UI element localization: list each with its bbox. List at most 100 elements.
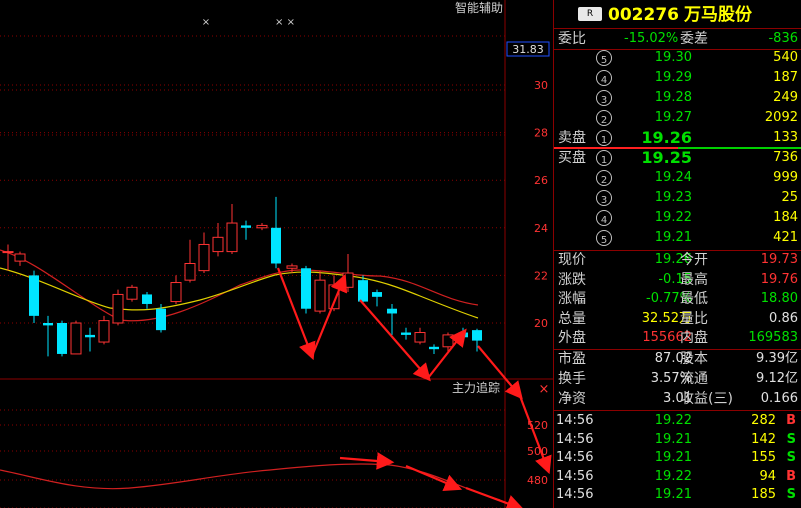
ma-line-red [0, 249, 479, 322]
diff-label: 委差 [680, 31, 708, 47]
stock-badge[interactable]: R [578, 7, 602, 21]
tick-row[interactable]: 14:56 19.21 155 S [554, 448, 801, 467]
candle-body-down [387, 308, 397, 314]
candle-body-down [358, 280, 368, 302]
close-icon[interactable]: × [539, 382, 550, 397]
level-price: 19.21 [654, 230, 692, 245]
tick-time: 14:56 [556, 487, 594, 502]
candle-body-up [226, 222, 238, 253]
tick-row[interactable]: 14:56 19.21 185 S [554, 485, 801, 504]
candlestick-chart[interactable]: 智能辅助 31.83 30 28 26 24 22 20 主力追踪 × 520 500 480 × × × [0, 0, 553, 508]
tick-time: 14:56 [556, 468, 594, 484]
y-tick-label: 26 [534, 174, 548, 187]
ratio-value: -15.02% [624, 31, 679, 46]
candle-body-up [112, 293, 124, 324]
tick-row[interactable]: 14:56 19.22 282 B [554, 411, 801, 430]
level-volume: 421 [773, 230, 798, 245]
tick-row[interactable]: 14:56 19.21 142 S [554, 430, 801, 449]
candle-body-up [286, 265, 298, 269]
order-book-row[interactable]: 买盘 1 19.25 736 [554, 148, 801, 168]
candle-body-down [401, 332, 411, 335]
candle-body-down [301, 268, 311, 309]
stat-row: 现价 19.26 今开 19.73 [554, 250, 801, 270]
y-tick-label: 28 [534, 127, 548, 140]
order-book-row[interactable]: 2 19.24 999 [554, 168, 801, 188]
candle-body-up [442, 334, 454, 348]
tick-volume: 94 [759, 468, 776, 484]
tick-price: 19.21 [654, 487, 692, 502]
stock-header: R 002276 万马股份 [554, 3, 801, 27]
tick-side: B [786, 413, 796, 428]
candle-body-down [43, 323, 53, 326]
candle-body-up [212, 236, 224, 253]
tick-side: S [786, 487, 796, 502]
level-index: 1 [596, 130, 612, 146]
order-book-row[interactable]: 3 19.23 25 [554, 188, 801, 208]
candle-body-up [256, 224, 268, 229]
candle-body-down [57, 323, 67, 354]
tick-time: 14:56 [556, 450, 594, 465]
fundamental-row: 换手 3.57% 流通 9.12亿 [554, 369, 801, 389]
annotation-arrow [405, 464, 463, 491]
stat-value: 19.76 [760, 271, 798, 287]
candle-body-up [184, 263, 196, 281]
candle-body-up [70, 322, 82, 355]
stat-value: 19.73 [760, 252, 798, 267]
candle-body-up [14, 253, 26, 262]
candle-body-up [414, 332, 426, 343]
order-book-row[interactable]: 卖盘 1 19.26 133 [554, 128, 801, 148]
order-book-row[interactable]: 5 19.30 540 [554, 48, 801, 68]
tick-volume: 282 [751, 413, 776, 428]
fundamental-row: 净资 3.01 收益(三) 0.166 [554, 389, 801, 409]
candle-body-down [156, 308, 166, 331]
stat-label: 现价 [558, 252, 586, 268]
order-book-row[interactable]: 4 19.29 187 [554, 68, 801, 88]
tick-price: 19.22 [654, 413, 692, 428]
order-book-row[interactable]: 5 19.21 421 [554, 228, 801, 248]
level-price: 19.30 [654, 50, 692, 65]
tick-time: 14:56 [556, 431, 594, 447]
stat-label: 涨跌 [558, 271, 586, 288]
ma-line-yellow [0, 267, 479, 319]
tick-price: 19.21 [654, 431, 692, 447]
spread-divider [554, 147, 801, 149]
y-tick-label: 20 [534, 317, 548, 330]
tick-price: 19.22 [654, 468, 692, 484]
stat-label: 外盘 [558, 330, 586, 346]
candle-body-up [342, 272, 354, 288]
y-tick-label: 30 [534, 79, 548, 92]
level-index: 4 [596, 70, 612, 86]
fund-label: 换手 [558, 371, 586, 387]
tick-volume: 185 [751, 487, 776, 502]
level-volume: 25 [781, 190, 798, 205]
stat-label: 总量 [558, 310, 586, 327]
fundamental-row: 市盈 87.02 股本 9.39亿 [554, 349, 801, 369]
stat-row: 外盘 155662 内盘 169583 [554, 328, 801, 348]
indicator-title: 智能辅助 [455, 0, 503, 15]
candle-body-up [126, 286, 138, 300]
level-price: 19.23 [654, 190, 692, 205]
tick-side: B [786, 468, 796, 484]
level-volume: 184 [773, 210, 798, 225]
stock-code: 002276 [608, 5, 679, 25]
level-volume: 540 [773, 50, 798, 65]
candle-body-down [241, 225, 251, 228]
y-tick-label: 24 [534, 222, 548, 235]
order-book-row[interactable]: 2 19.27 2092 [554, 108, 801, 128]
order-book-row[interactable]: 3 19.28 249 [554, 88, 801, 108]
level-price: 19.27 [654, 110, 692, 125]
ratio-label: 委比 [558, 31, 586, 47]
level-volume: 2092 [764, 110, 798, 125]
stat-value: 18.80 [760, 291, 798, 306]
candle-body-up [170, 282, 182, 303]
level-price: 19.24 [654, 170, 692, 185]
level-index: 5 [596, 50, 612, 66]
tick-row[interactable]: 14:56 19.22 94 B [554, 467, 801, 486]
candle-body-down [472, 330, 482, 341]
stat-label: 最高 [680, 271, 708, 288]
quote-panel: R 002276 万马股份 委比 -15.02% 委差 -836 5 19.30 5… [553, 0, 801, 508]
tick-side: S [786, 431, 796, 447]
tick-price: 19.21 [654, 450, 692, 465]
order-book-row[interactable]: 4 19.22 184 [554, 208, 801, 228]
tick-side: S [786, 450, 796, 465]
